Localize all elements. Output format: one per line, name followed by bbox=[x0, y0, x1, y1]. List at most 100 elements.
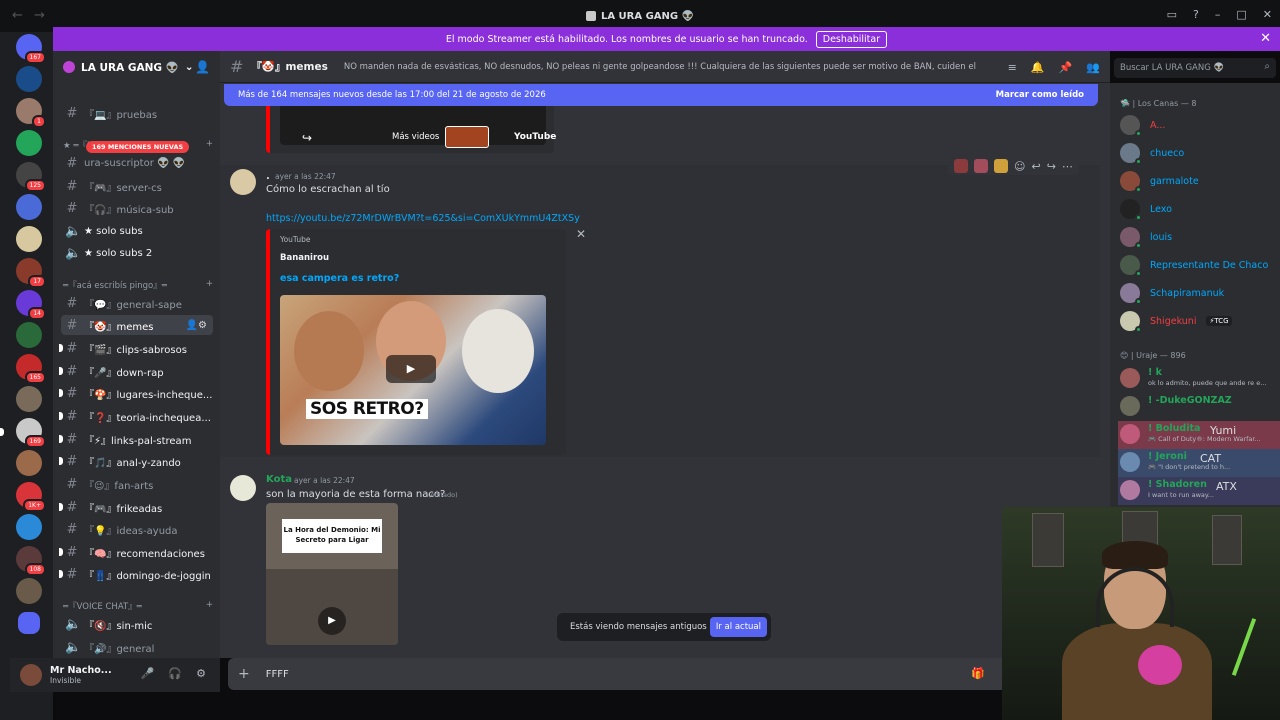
disable-streamer-button[interactable]: Deshabilitar bbox=[815, 30, 888, 48]
server-icon-15[interactable]: 108 bbox=[16, 546, 46, 576]
channel-down-rap[interactable]: # 『🎤』down-rap bbox=[59, 361, 213, 381]
share-icon[interactable]: ↪ bbox=[302, 131, 312, 145]
server-icon-2[interactable]: 1 bbox=[16, 98, 46, 128]
server-icon-13[interactable]: 1K+ bbox=[16, 482, 46, 512]
forward-arrow-icon[interactable]: → bbox=[34, 8, 45, 23]
close-window-icon[interactable]: ✕ bbox=[1263, 8, 1272, 21]
maximize-icon[interactable]: □ bbox=[1236, 8, 1246, 21]
server-icon-la-ura-gang[interactable]: 169 bbox=[16, 418, 46, 448]
category-aca-escribis[interactable]: ═『acá escribís pingo』═ + bbox=[63, 279, 213, 291]
member-item[interactable]: ! Boludita Yumi 🎮 Call of Duty®: Modern Wa… bbox=[1118, 421, 1280, 449]
message-author[interactable]: Kota bbox=[266, 474, 292, 485]
embed-author[interactable]: Bananirou bbox=[280, 253, 329, 263]
inbox-icon[interactable]: ▭ bbox=[1167, 8, 1177, 21]
server-icon-7[interactable]: 17 bbox=[16, 258, 46, 288]
member-item[interactable]: Schapiramanuk bbox=[1120, 281, 1280, 305]
jump-to-present-button[interactable]: Ir al actual bbox=[709, 617, 767, 637]
back-arrow-icon[interactable]: ← bbox=[12, 8, 23, 23]
channel-clips-sabrosos[interactable]: # 『🎬』clips-sabrosos bbox=[59, 338, 213, 358]
server-icon-16[interactable] bbox=[16, 578, 42, 604]
gift-icon[interactable]: 🎁 bbox=[971, 667, 985, 680]
new-messages-bar[interactable]: Más de 164 mensajes nuevos desde las 17:… bbox=[224, 84, 1098, 106]
channel-general-sape[interactable]: # 『💬』general-sape bbox=[61, 293, 213, 313]
remove-embed-icon[interactable]: ✕ bbox=[576, 227, 586, 241]
member-item[interactable]: Lexo bbox=[1120, 197, 1280, 221]
youtube-logo[interactable]: YouTube bbox=[514, 132, 556, 142]
member-item[interactable]: ! Shadoren ATX I want to run away... bbox=[1118, 477, 1280, 505]
help-icon[interactable]: ? bbox=[1193, 8, 1199, 21]
channel-lugares-inchequeables[interactable]: # 『🍄』lugares-incheque... bbox=[59, 383, 213, 403]
message-author[interactable]: . bbox=[266, 171, 270, 182]
channel-anal-y-zando[interactable]: # 『🎵』anal-y-zando bbox=[59, 451, 213, 471]
close-banner-icon[interactable]: ✕ bbox=[1260, 31, 1271, 46]
channel-topic[interactable]: NO manden nada de esvásticas, NO desnudo… bbox=[336, 62, 976, 72]
member-item[interactable]: ! k ok lo admito, puede que ande re e... bbox=[1118, 365, 1280, 393]
add-channel-icon[interactable]: + bbox=[206, 139, 213, 151]
channel-musica-sub[interactable]: # 『🎧』música-sub bbox=[61, 198, 213, 218]
member-item[interactable]: louis bbox=[1120, 225, 1280, 249]
member-item[interactable]: Representante De Chaco bbox=[1120, 253, 1280, 277]
headphones-icon[interactable]: 🎧 bbox=[168, 667, 182, 680]
composer-text[interactable]: FFFF bbox=[266, 669, 289, 680]
member-item[interactable]: A... bbox=[1120, 113, 1280, 137]
server-icon-4[interactable]: 125 bbox=[16, 162, 46, 192]
server-icon-9[interactable] bbox=[16, 322, 42, 348]
video-preview-thumb[interactable] bbox=[445, 126, 489, 148]
message-list[interactable]: ↪ Más videos YouTube ☺ ↩ ↪ ⋯ . ayer a la… bbox=[220, 83, 1110, 658]
server-icon-14[interactable] bbox=[16, 514, 42, 540]
voice-solo-subs[interactable]: 🔈 ★ solo subs bbox=[61, 221, 213, 241]
message-composer[interactable]: + FFFF 🎁 bbox=[228, 658, 1103, 690]
members-icon[interactable]: 👥 bbox=[1086, 61, 1100, 74]
more-videos-label[interactable]: Más videos bbox=[392, 132, 439, 142]
folder-icon[interactable] bbox=[18, 612, 40, 634]
add-reaction-icon[interactable]: ☺ bbox=[1014, 160, 1025, 173]
reaction-emoji[interactable] bbox=[954, 159, 968, 173]
channel-server-cs[interactable]: # 『🎮』server-cs bbox=[61, 176, 213, 196]
server-icon-6[interactable] bbox=[16, 226, 42, 252]
play-icon[interactable]: ▶ bbox=[386, 355, 436, 383]
channel-settings-icon[interactable]: 👤⚙ bbox=[186, 320, 207, 331]
member-item[interactable]: Shigekuni ⚡TCG bbox=[1120, 309, 1280, 333]
avatar[interactable] bbox=[20, 664, 42, 686]
server-icon-11[interactable] bbox=[16, 386, 42, 412]
channel-pruebas[interactable]: # 『💻』pruebas bbox=[61, 103, 213, 123]
video-thumbnail[interactable]: ▶ SOS RETRO? bbox=[280, 295, 546, 445]
server-icon-5[interactable] bbox=[16, 194, 42, 220]
avatar[interactable] bbox=[230, 169, 256, 195]
member-item[interactable]: garmalote bbox=[1120, 169, 1280, 193]
plus-icon[interactable]: + bbox=[238, 666, 250, 682]
user-info[interactable]: Mr Nacho... Invisible bbox=[50, 665, 112, 685]
reply-icon[interactable]: ↩ bbox=[1031, 160, 1040, 173]
reaction-emoji[interactable] bbox=[974, 159, 988, 173]
channel-recomendaciones[interactable]: # 『🧠』recomendaciones bbox=[59, 542, 213, 562]
member-item[interactable]: chueco bbox=[1120, 141, 1280, 165]
voice-general[interactable]: 🔈 『🔊』general bbox=[61, 637, 213, 657]
member-item[interactable]: ! Jeroni CAT 🎮 "I don't pretend to h... bbox=[1118, 449, 1280, 477]
channel-fan-arts[interactable]: # 『😉』fan-arts bbox=[61, 474, 213, 494]
channel-teoria-inchequeables[interactable]: # 『❓』teoria-inchequea... bbox=[59, 406, 213, 426]
server-icon-12[interactable] bbox=[16, 450, 42, 476]
server-icon-1[interactable] bbox=[16, 66, 42, 92]
channel-ura-suscriptor[interactable]: # ura-suscriptor 👽 👽 bbox=[61, 153, 213, 173]
category-voice-chat[interactable]: ═『VOICE CHAT』═ + bbox=[63, 600, 213, 612]
minimize-icon[interactable]: – bbox=[1215, 8, 1221, 21]
pin-icon[interactable]: 📌 bbox=[1059, 61, 1073, 74]
server-icon-8[interactable]: 14 bbox=[16, 290, 46, 320]
home-dm-button[interactable]: 167 bbox=[16, 34, 46, 64]
message-link[interactable]: https://youtu.be/z72MrDWrBVM?t=625&si=Co… bbox=[266, 213, 580, 224]
add-channel-icon[interactable]: + bbox=[206, 279, 213, 291]
new-mentions-pill[interactable]: 169 MENCIONES NUEVAS bbox=[86, 141, 190, 153]
server-icon-3[interactable] bbox=[16, 130, 42, 156]
mark-as-read-button[interactable]: Marcar como leído bbox=[996, 90, 1084, 100]
microphone-icon[interactable]: 🎤 bbox=[141, 667, 155, 680]
channel-domingo-de-joggin[interactable]: # 『👖』domingo-de-joggin bbox=[59, 564, 213, 584]
forward-icon[interactable]: ↪ bbox=[1047, 160, 1056, 173]
search-input[interactable]: Buscar LA URA GANG 👽 ⌕ bbox=[1114, 58, 1276, 78]
threads-icon[interactable]: ≡ bbox=[1008, 61, 1017, 74]
embed-title[interactable]: esa campera es retro? bbox=[280, 273, 399, 284]
more-options-icon[interactable]: ⋯ bbox=[1062, 160, 1073, 173]
channel-frikeadas[interactable]: # 『🎮』frikeadas bbox=[59, 497, 213, 517]
channel-memes[interactable]: # 『🤡』memes 👤⚙ bbox=[61, 315, 213, 335]
invite-people-icon[interactable]: 👤 bbox=[195, 60, 210, 74]
voice-solo-subs-2[interactable]: 🔈 ★ solo subs 2 bbox=[61, 243, 213, 263]
